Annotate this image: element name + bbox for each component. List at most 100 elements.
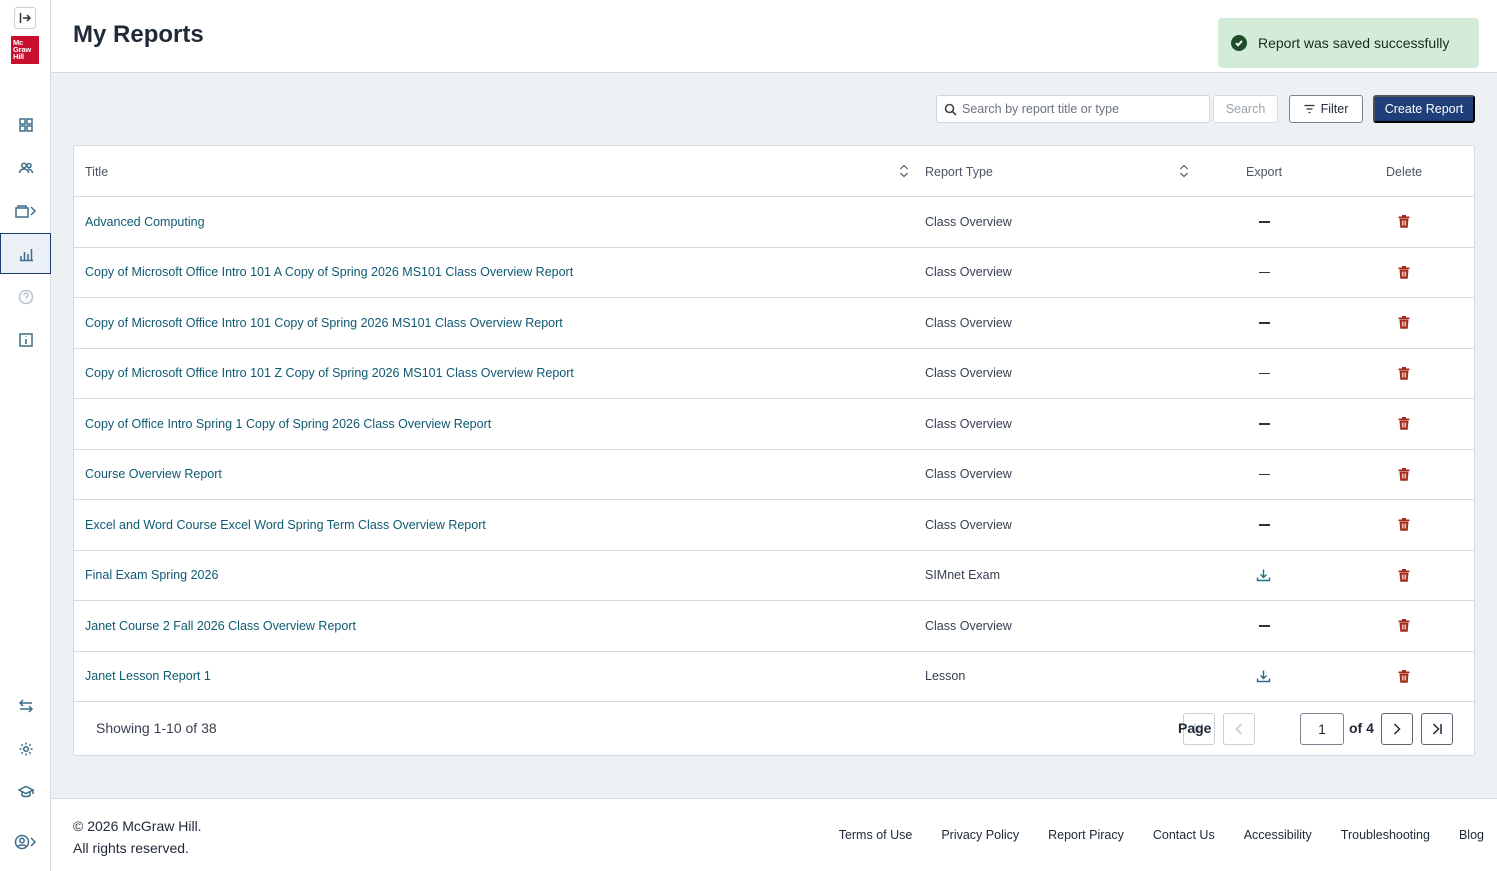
search-input[interactable] [962, 102, 1202, 116]
sidebar-item-dashboard[interactable] [0, 105, 51, 145]
success-toast: Report was saved successfully [1218, 18, 1479, 68]
sort-report-type-icon[interactable] [1179, 164, 1189, 178]
table-row: Excel and Word Course Excel Word Spring … [74, 500, 1474, 551]
info-icon [18, 333, 33, 347]
download-icon[interactable] [1256, 551, 1271, 601]
next-page-button[interactable] [1381, 713, 1413, 745]
export-unavailable-dash [1259, 349, 1270, 399]
table-row: Janet Course 2 Fall 2026 Class Overview … [74, 601, 1474, 652]
download-icon[interactable] [1256, 652, 1271, 702]
settings-icon [19, 742, 32, 756]
table-row: Janet Lesson Report 1 Lesson [74, 652, 1474, 702]
total-pages: of 4 [1349, 720, 1374, 736]
graduation-icon [17, 785, 34, 798]
export-unavailable-dash [1259, 601, 1270, 651]
footer-link-terms[interactable]: Terms of Use [839, 828, 913, 842]
filter-button[interactable]: Filter [1289, 95, 1363, 123]
export-unavailable-dash [1259, 500, 1270, 550]
trash-icon[interactable] [1398, 551, 1410, 601]
page-title: My Reports [73, 21, 204, 48]
report-title-link[interactable]: Copy of Office Intro Spring 1 Copy of Sp… [85, 399, 491, 449]
report-type: Class Overview [925, 618, 1012, 633]
table-row: Course Overview Report Class Overview [74, 450, 1474, 500]
export-unavailable-dash [1259, 298, 1270, 348]
expand-sidebar-button[interactable] [14, 7, 36, 29]
sidebar-item-account[interactable] [0, 822, 51, 862]
report-title-link[interactable]: Copy of Microsoft Office Intro 101 Z Cop… [85, 349, 574, 399]
table-header: Title Report Type Export Delete [74, 146, 1474, 197]
help-icon [18, 289, 33, 305]
sidebar-item-switch[interactable] [0, 686, 51, 726]
report-title-link[interactable]: Copy of Microsoft Office Intro 101 A Cop… [85, 248, 573, 298]
trash-icon[interactable] [1398, 450, 1410, 500]
table-row: Copy of Microsoft Office Intro 101 Copy … [74, 298, 1474, 349]
report-type: Class Overview [925, 416, 1012, 431]
page-header: My Reports Report was saved successfully [51, 0, 1497, 73]
page-label: Page [1178, 720, 1212, 736]
courses-icon [14, 205, 36, 218]
report-title-link[interactable]: Copy of Microsoft Office Intro 101 Copy … [85, 298, 563, 348]
footer-link-piracy[interactable]: Report Piracy [1048, 828, 1124, 842]
sidebar-item-users[interactable] [0, 148, 51, 188]
chevron-right-icon [1393, 723, 1401, 735]
column-header-export: Export [1246, 164, 1283, 179]
sidebar-item-reports[interactable] [0, 233, 51, 274]
report-type: SIMnet Exam [925, 568, 1001, 583]
sort-title-icon[interactable] [899, 164, 909, 178]
report-title-link[interactable]: Janet Course 2 Fall 2026 Class Overview … [85, 601, 356, 651]
report-type: Class Overview [925, 214, 1012, 229]
sidebar-item-learning[interactable] [0, 772, 51, 812]
toast-message: Report was saved successfully [1258, 35, 1450, 51]
trash-icon[interactable] [1398, 601, 1410, 651]
table-row: Final Exam Spring 2026 SIMnet Exam [74, 551, 1474, 601]
last-page-button[interactable] [1421, 713, 1453, 745]
report-type: Class Overview [925, 467, 1012, 482]
report-title-link[interactable]: Excel and Word Course Excel Word Spring … [85, 500, 486, 550]
export-unavailable-dash [1259, 399, 1270, 449]
trash-icon[interactable] [1398, 298, 1410, 348]
export-unavailable-dash [1259, 450, 1270, 500]
sidebar: Mc Graw Hill [0, 0, 51, 871]
users-icon [18, 162, 33, 174]
trash-icon[interactable] [1398, 500, 1410, 550]
report-title-link[interactable]: Course Overview Report [85, 450, 222, 500]
table-row: Copy of Microsoft Office Intro 101 A Cop… [74, 248, 1474, 298]
footer-link-privacy[interactable]: Privacy Policy [941, 828, 1019, 842]
swap-icon [18, 699, 33, 713]
report-title-link[interactable]: Janet Lesson Report 1 [85, 652, 211, 702]
report-title-link[interactable]: Final Exam Spring 2026 [85, 551, 218, 601]
page-number-input[interactable] [1300, 713, 1344, 745]
trash-icon[interactable] [1398, 399, 1410, 449]
footer-link-blog[interactable]: Blog [1459, 828, 1484, 842]
dashboard-icon [18, 118, 33, 132]
table-row: Copy of Office Intro Spring 1 Copy of Sp… [74, 399, 1474, 450]
search-button[interactable]: Search [1213, 95, 1278, 123]
filter-label: Filter [1320, 102, 1349, 116]
export-unavailable-dash [1259, 197, 1270, 247]
create-report-button[interactable]: Create Report [1373, 95, 1475, 123]
sidebar-item-courses[interactable] [0, 191, 51, 231]
trash-icon[interactable] [1398, 197, 1410, 247]
trash-icon[interactable] [1398, 652, 1410, 702]
column-header-title[interactable]: Title [85, 146, 108, 197]
reports-icon [19, 248, 33, 261]
mcgraw-hill-logo[interactable]: Mc Graw Hill [11, 36, 39, 64]
report-title-link[interactable]: Advanced Computing [85, 197, 205, 247]
footer-link-accessibility[interactable]: Accessibility [1244, 828, 1312, 842]
last-page-icon [1432, 723, 1442, 735]
trash-icon[interactable] [1398, 349, 1410, 399]
footer: © 2026 McGraw Hill. All rights reserved.… [51, 798, 1497, 871]
report-type: Class Overview [925, 517, 1012, 532]
sidebar-item-info[interactable] [0, 320, 51, 360]
sidebar-item-help[interactable] [0, 277, 51, 317]
footer-link-troubleshooting[interactable]: Troubleshooting [1341, 828, 1430, 842]
previous-page-button[interactable] [1223, 713, 1255, 745]
table-row: Advanced Computing Class Overview [74, 197, 1474, 248]
footer-link-contact[interactable]: Contact Us [1153, 828, 1215, 842]
sidebar-item-settings[interactable] [0, 729, 51, 769]
search-icon [944, 103, 957, 116]
column-header-report-type[interactable]: Report Type [925, 146, 993, 197]
trash-icon[interactable] [1398, 248, 1410, 298]
column-header-delete: Delete [1386, 164, 1423, 179]
showing-count: Showing 1-10 of 38 [96, 720, 217, 736]
